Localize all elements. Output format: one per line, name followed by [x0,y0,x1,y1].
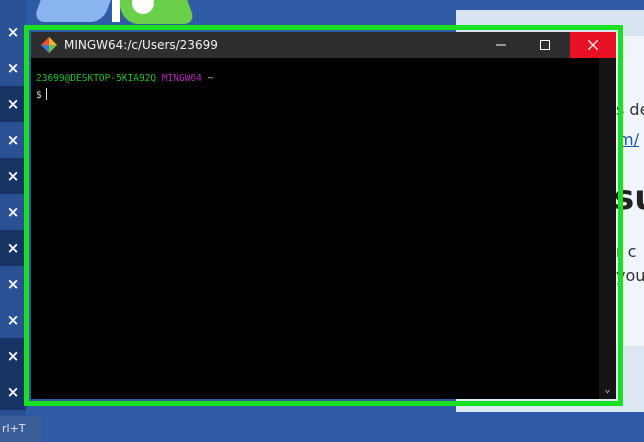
background-decoration [112,0,120,22]
highlight-frame [24,25,623,406]
tab-strip: × × × × × × × × × × × [0,0,26,442]
tab-close-button[interactable]: × [0,302,26,338]
tab-close-button[interactable]: × [0,14,26,50]
background-decoration [32,0,118,22]
tab-close-button[interactable]: × [0,194,26,230]
tab-close-button[interactable]: × [0,338,26,374]
tab-close-button[interactable]: × [0,266,26,302]
tab-close-button[interactable]: × [0,86,26,122]
tab-close-button[interactable]: × [0,158,26,194]
new-tab-shortcut-hint: rl+T [0,416,42,442]
tab-close-button[interactable]: × [0,374,26,410]
tab-close-button[interactable]: × [0,230,26,266]
tab-close-button[interactable]: × [0,50,26,86]
tab-close-button[interactable]: × [0,122,26,158]
